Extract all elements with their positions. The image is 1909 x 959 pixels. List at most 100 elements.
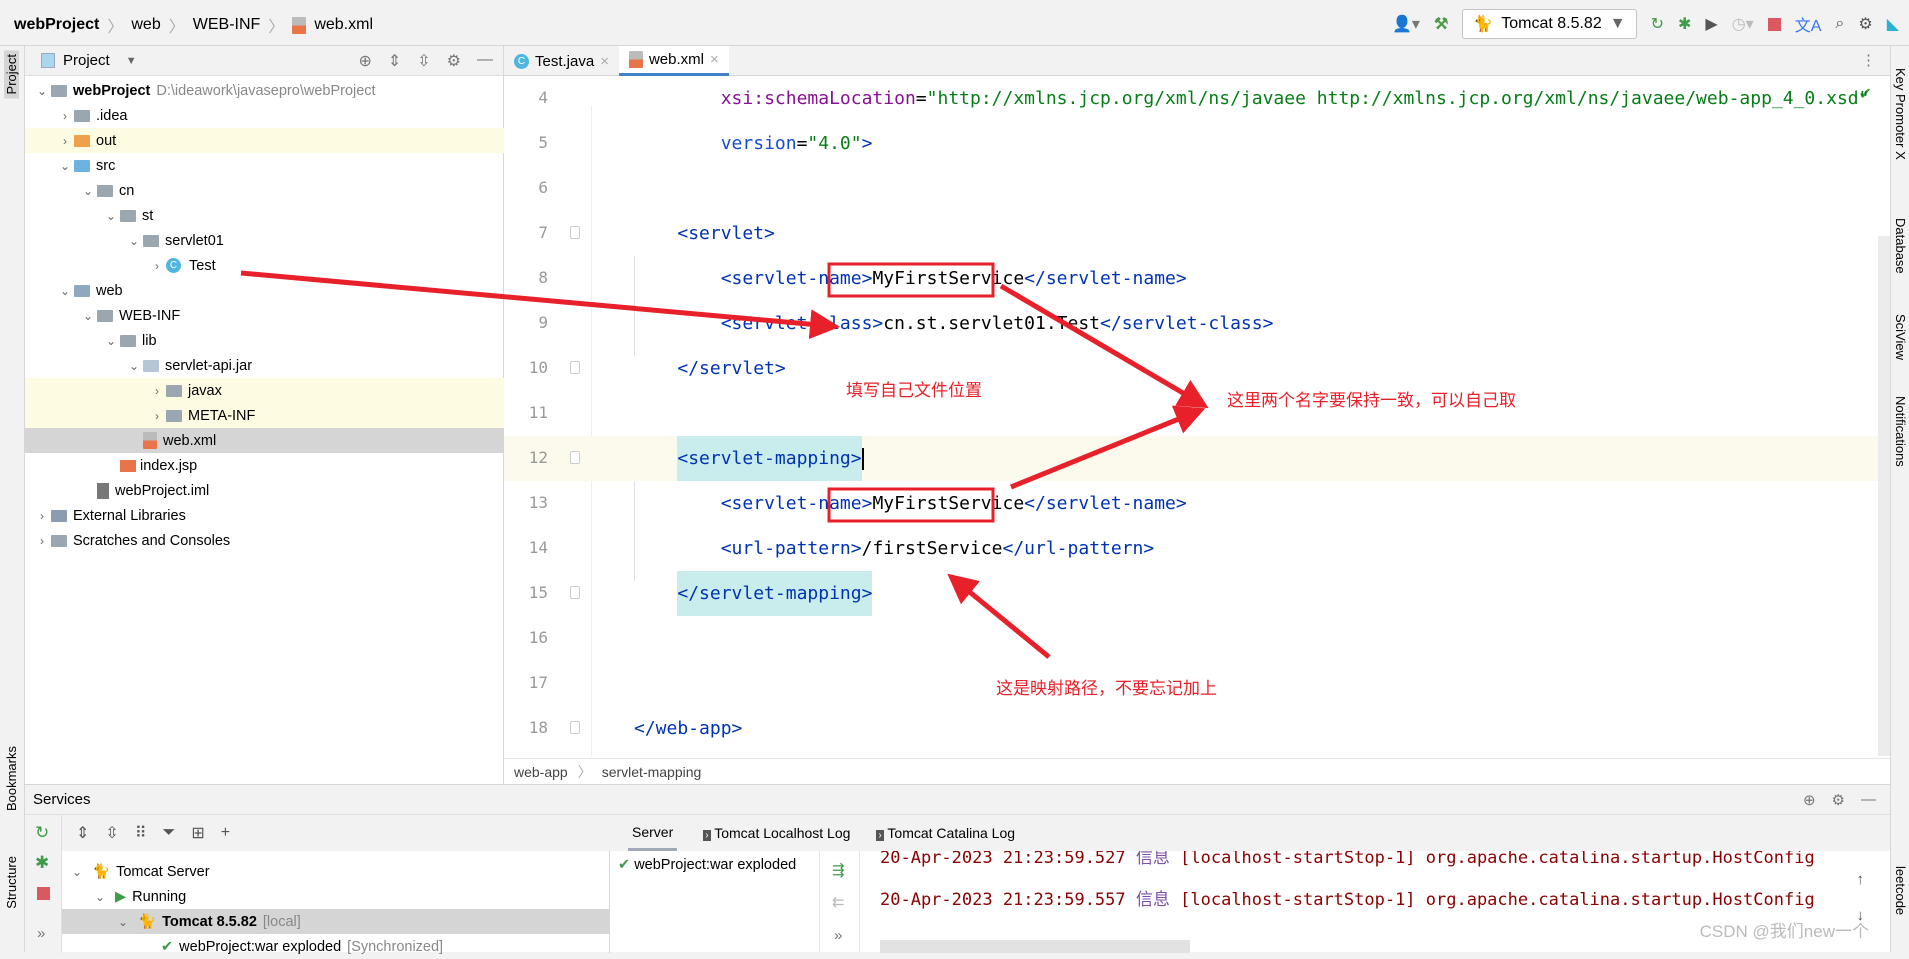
- tree-item[interactable]: index.jsp: [25, 453, 504, 478]
- scroll-up-icon[interactable]: ↑: [1857, 871, 1865, 888]
- debug-icon[interactable]: ✱: [35, 853, 49, 873]
- chevron-down-icon[interactable]: ⌄: [102, 209, 120, 223]
- build-hammer-icon[interactable]: ⚒: [1434, 14, 1448, 34]
- database-tool-button[interactable]: Database: [1893, 218, 1908, 274]
- fold-icon[interactable]: [570, 361, 580, 374]
- gear-icon[interactable]: ⚙: [447, 51, 461, 71]
- fold-icon[interactable]: [570, 721, 580, 734]
- tree-item[interactable]: ⌄ servlet01: [25, 228, 504, 253]
- tree-item[interactable]: › Scratches and Consoles: [25, 528, 504, 553]
- service-item[interactable]: ⌄ 🐈 Tomcat 8.5.82 [local]: [62, 909, 610, 934]
- chevron-right-icon[interactable]: ›: [33, 509, 51, 523]
- tab-catalina-log[interactable]: › Tomcat Catalina Log: [876, 825, 1015, 841]
- horizontal-scrollbar[interactable]: [880, 940, 1190, 953]
- tree-item[interactable]: › META-INF: [25, 403, 504, 428]
- tree-item[interactable]: › .idea: [25, 103, 504, 128]
- service-item[interactable]: ✔ webProject:war exploded [Synchronized]: [62, 934, 610, 959]
- rerun-icon[interactable]: ↻: [1651, 14, 1664, 34]
- coverage-icon[interactable]: ▶: [1705, 14, 1717, 34]
- notifications-tool-button[interactable]: Notifications: [1893, 396, 1908, 467]
- locate-icon[interactable]: ⊕: [358, 51, 371, 71]
- expand-all-icon[interactable]: ⇕: [76, 823, 89, 843]
- chevron-down-icon[interactable]: ⌄: [79, 309, 97, 323]
- expand-all-icon[interactable]: ⇕: [388, 51, 401, 71]
- stop-icon[interactable]: [1767, 17, 1781, 31]
- run-configuration-select[interactable]: 🐈 Tomcat 8.5.82 ▼: [1462, 9, 1637, 39]
- tree-item[interactable]: ⌄ webProject D:\ideawork\javasepro\webProj…: [25, 78, 504, 103]
- profile-icon[interactable]: ◷▾: [1732, 14, 1754, 34]
- structure-tool-button[interactable]: Structure: [4, 856, 19, 909]
- rerun-icon[interactable]: ↻: [35, 823, 49, 843]
- breadcrumb-item[interactable]: webProject: [14, 16, 99, 34]
- tab-localhost-log[interactable]: › Tomcat Localhost Log: [703, 825, 850, 841]
- leetcode-tool-button[interactable]: leetcode: [1893, 866, 1908, 915]
- fold-icon[interactable]: [570, 226, 580, 239]
- breadcrumb-item[interactable]: web.xml: [314, 16, 373, 34]
- gear-icon[interactable]: ⚙: [1858, 14, 1872, 34]
- service-item[interactable]: ⌄ ▶ Running: [62, 884, 610, 909]
- chevron-right-icon[interactable]: ›: [56, 134, 74, 148]
- chevron-down-icon[interactable]: ▼: [126, 55, 137, 67]
- breadcrumb-item[interactable]: web: [131, 16, 160, 34]
- more-options-icon[interactable]: ⋮: [1861, 51, 1876, 69]
- translate-icon[interactable]: 文A: [1795, 12, 1822, 36]
- chevron-down-icon[interactable]: ⌄: [125, 234, 143, 248]
- plugin-icon[interactable]: ◣: [1887, 14, 1899, 34]
- chevron-down-icon[interactable]: ⌄: [118, 915, 138, 929]
- tab-server[interactable]: Server: [628, 816, 678, 851]
- fold-icon[interactable]: [570, 451, 580, 464]
- tree-item[interactable]: ⌄ web: [25, 278, 504, 303]
- key-promoter-tool-button[interactable]: Key Promoter X: [1893, 68, 1908, 160]
- filter-icon[interactable]: ⏷: [163, 824, 176, 842]
- chevron-down-icon[interactable]: ⌄: [56, 284, 74, 298]
- chevron-down-icon[interactable]: ⌄: [102, 334, 120, 348]
- xml-breadcrumb-item[interactable]: web-app: [514, 764, 568, 780]
- tree-item[interactable]: ⌄ cn: [25, 178, 504, 203]
- fold-icon[interactable]: [570, 586, 580, 599]
- tree-item[interactable]: ⌄ lib: [25, 328, 504, 353]
- gear-icon[interactable]: ⚙: [1832, 791, 1845, 809]
- tree-item[interactable]: web.xml: [25, 428, 504, 453]
- tab-web-xml[interactable]: web.xml ×: [618, 46, 729, 76]
- xml-breadcrumb-item[interactable]: servlet-mapping: [602, 764, 702, 780]
- code-area[interactable]: ✔ 4 xsi:schemaLocation = "http://xmlns.jcp.…: [504, 76, 1890, 756]
- chevron-right-icon[interactable]: ›: [148, 259, 166, 273]
- chevron-down-icon[interactable]: ⌄: [56, 159, 74, 173]
- new-tab-icon[interactable]: ⊞: [191, 823, 204, 843]
- log-console[interactable]: 20-Apr-2023 21:23:59.527 信息 [localhost-s…: [610, 851, 1890, 953]
- tree-item[interactable]: ⌄ servlet-api.jar: [25, 353, 504, 378]
- add-icon[interactable]: +: [221, 824, 230, 842]
- tree-item[interactable]: ⌄ WEB-INF: [25, 303, 504, 328]
- tree-item[interactable]: › C Test: [25, 253, 504, 278]
- chevron-right-icon[interactable]: ›: [148, 384, 166, 398]
- collapse-all-icon[interactable]: ⇳: [417, 51, 430, 71]
- chevron-down-icon[interactable]: ⌄: [95, 890, 115, 904]
- user-icon[interactable]: 👤▾: [1392, 14, 1420, 34]
- project-tool-button[interactable]: Project: [4, 50, 19, 99]
- breadcrumb-item[interactable]: WEB-INF: [193, 16, 261, 34]
- hide-icon[interactable]: —: [477, 51, 493, 71]
- bookmarks-tool-button[interactable]: Bookmarks: [4, 746, 19, 811]
- collapse-all-icon[interactable]: ⇳: [105, 823, 118, 843]
- search-icon[interactable]: ⌕: [1835, 15, 1844, 33]
- more-icon[interactable]: »: [37, 925, 45, 942]
- tree-item[interactable]: ⌄ src: [25, 153, 504, 178]
- tree-item[interactable]: ⌄ st: [25, 203, 504, 228]
- locate-icon[interactable]: ⊕: [1803, 791, 1816, 809]
- group-icon[interactable]: ⠿: [135, 823, 147, 843]
- tree-item[interactable]: webProject.iml: [25, 478, 504, 503]
- tree-item[interactable]: › javax: [25, 378, 504, 403]
- tab-Test-java[interactable]: C Test.java ×: [504, 46, 619, 76]
- debug-icon[interactable]: ✱: [1678, 14, 1691, 34]
- chevron-down-icon[interactable]: ⌄: [79, 184, 97, 198]
- tree-item[interactable]: › External Libraries: [25, 503, 504, 528]
- chevron-down-icon[interactable]: ⌄: [33, 84, 51, 98]
- service-item[interactable]: ⌄ 🐈 Tomcat Server: [62, 859, 610, 884]
- stop-icon[interactable]: [37, 887, 50, 900]
- tree-item[interactable]: › out: [25, 128, 504, 153]
- sciview-tool-button[interactable]: SciView: [1893, 314, 1908, 360]
- close-icon[interactable]: ×: [600, 53, 609, 70]
- chevron-right-icon[interactable]: ›: [33, 534, 51, 548]
- chevron-right-icon[interactable]: ›: [56, 109, 74, 123]
- chevron-down-icon[interactable]: ⌄: [125, 359, 143, 373]
